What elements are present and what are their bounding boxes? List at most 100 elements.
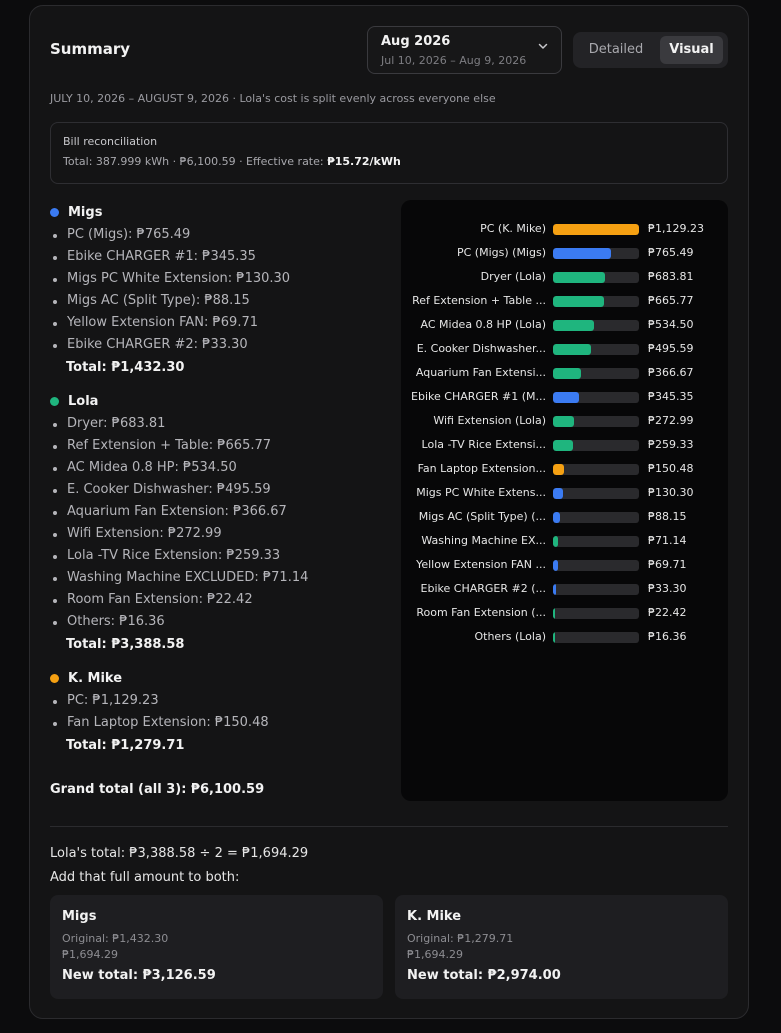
bar bbox=[553, 416, 574, 427]
bar bbox=[553, 536, 559, 547]
reconciliation-title: Bill reconciliation bbox=[63, 135, 158, 148]
split-box-original: Original: ₱1,279.71 bbox=[407, 932, 514, 945]
bar bbox=[553, 608, 555, 619]
grand-total: Grand total (all 3): ₱6,100.59 bbox=[50, 782, 265, 797]
bar-track bbox=[553, 416, 639, 427]
bar-label: E. Cooker Dishwasher... bbox=[416, 342, 546, 355]
person-name-label: Migs bbox=[68, 204, 103, 220]
bar-label: Migs PC White Extens... bbox=[416, 486, 546, 499]
list-item: Migs AC (Split Type): ₱88.15 bbox=[50, 290, 390, 312]
period-dropdown[interactable]: Aug 2026 Jul 10, 2026 – Aug 9, 2026 bbox=[367, 26, 562, 74]
bar-value-label: ₱366.67 bbox=[648, 366, 694, 379]
bar bbox=[553, 272, 606, 283]
bar bbox=[553, 392, 580, 403]
bar bbox=[553, 512, 560, 523]
view-toggle: Detailed Visual bbox=[573, 32, 728, 68]
person-name: Lola bbox=[50, 391, 390, 411]
bar-value-label: ₱16.36 bbox=[648, 630, 687, 643]
list-item: AC Midea 0.8 HP: ₱534.50 bbox=[50, 457, 390, 479]
bar bbox=[553, 488, 563, 499]
bar-track bbox=[553, 632, 639, 643]
bar-row: PC (K. Mike) ₱1,129.23 bbox=[401, 218, 728, 242]
person-name: Migs bbox=[50, 202, 390, 222]
bar-row: Others (Lola) ₱16.36 bbox=[401, 626, 728, 650]
split-box-name: Migs bbox=[62, 909, 97, 924]
bar-row: Ebike CHARGER #1 (M... ₱345.35 bbox=[401, 386, 728, 410]
bar-value-label: ₱495.59 bbox=[648, 342, 694, 355]
list-item: Dryer: ₱683.81 bbox=[50, 413, 390, 435]
bar bbox=[553, 296, 604, 307]
bar-track bbox=[553, 296, 639, 307]
split-box-migs: Migs Original: ₱1,432.30 ₱1,694.29 New t… bbox=[50, 895, 383, 999]
bar bbox=[553, 560, 559, 571]
bar bbox=[553, 248, 612, 259]
bar-track bbox=[553, 560, 639, 571]
color-dot-icon bbox=[50, 207, 59, 217]
bar-track bbox=[553, 368, 639, 379]
split-box-name: K. Mike bbox=[407, 909, 462, 924]
list-item: Ebike CHARGER #1: ₱345.35 bbox=[50, 246, 390, 268]
bar-label: Aquarium Fan Extensi... bbox=[415, 366, 546, 379]
lola-split-line: Lola's total: ₱3,388.58 ÷ 2 = ₱1,694.29 bbox=[50, 846, 309, 861]
bar-label: Others (Lola) bbox=[474, 630, 546, 643]
bar-row: Aquarium Fan Extensi... ₱366.67 bbox=[401, 362, 728, 386]
list-item: Others: ₱16.36 bbox=[50, 611, 390, 633]
bar-row: Ref Extension + Table ... ₱665.77 bbox=[401, 290, 728, 314]
bar-track bbox=[553, 344, 639, 355]
person-name-label: K. Mike bbox=[68, 670, 123, 686]
bar-row: Washing Machine EX... ₱71.14 bbox=[401, 530, 728, 554]
bar-label: Lola -TV Rice Extensi... bbox=[421, 438, 546, 451]
bar-label: AC Midea 0.8 HP (Lola) bbox=[420, 318, 546, 331]
list-item: PC (Migs): ₱765.49 bbox=[50, 224, 390, 246]
bar-label: Ebike CHARGER #2 (... bbox=[420, 582, 546, 595]
person-section-k-mike: K. Mike PC: ₱1,129.23 Fan Laptop Extension… bbox=[50, 668, 390, 758]
bar-row: Wifi Extension (Lola) ₱272.99 bbox=[401, 410, 728, 434]
bar bbox=[553, 632, 555, 643]
tab-detailed[interactable]: Detailed bbox=[578, 36, 654, 64]
bar-row: PC (Migs) (Migs) ₱765.49 bbox=[401, 242, 728, 266]
list-item: Lola -TV Rice Extension: ₱259.33 bbox=[50, 545, 390, 567]
bar-value-label: ₱69.71 bbox=[648, 558, 687, 571]
list-item: Wifi Extension: ₱272.99 bbox=[50, 523, 390, 545]
bar-value-label: ₱1,129.23 bbox=[648, 222, 704, 235]
bar-label: Wifi Extension (Lola) bbox=[433, 414, 546, 427]
bar-row: Room Fan Extension (... ₱22.42 bbox=[401, 602, 728, 626]
summary-card: Summary Aug 2026 Jul 10, 2026 – Aug 9, 2… bbox=[29, 5, 749, 1019]
list-item: PC: ₱1,129.23 bbox=[50, 690, 390, 712]
item-list: PC: ₱1,129.23 Fan Laptop Extension: ₱150.… bbox=[50, 690, 390, 734]
split-box-new-total: New total: ₱2,974.00 bbox=[407, 968, 561, 983]
reconciliation-totals: Total: 387.999 kWh · ₱6,100.59 · Effecti… bbox=[63, 155, 328, 168]
bar-value-label: ₱765.49 bbox=[648, 246, 694, 259]
cost-bar-chart: PC (K. Mike) ₱1,129.23 PC (Migs) (Migs) ₱76… bbox=[401, 200, 728, 801]
bar-label: Yellow Extension FAN ... bbox=[416, 558, 546, 571]
bar-label: Ref Extension + Table ... bbox=[412, 294, 546, 307]
bar-track bbox=[553, 320, 639, 331]
bar-track bbox=[553, 512, 639, 523]
person-name: K. Mike bbox=[50, 668, 390, 688]
bar-value-label: ₱130.30 bbox=[648, 486, 694, 499]
bar-row: Yellow Extension FAN ... ₱69.71 bbox=[401, 554, 728, 578]
effective-rate: ₱15.72/kWh bbox=[327, 155, 401, 168]
bar-value-label: ₱71.14 bbox=[648, 534, 687, 547]
bar bbox=[553, 584, 556, 595]
bar-row: Migs PC White Extens... ₱130.30 bbox=[401, 482, 728, 506]
bar-label: Migs AC (Split Type) (... bbox=[418, 510, 546, 523]
tab-visual[interactable]: Visual bbox=[660, 36, 723, 64]
bar-track bbox=[553, 536, 639, 547]
bar bbox=[553, 344, 591, 355]
page-title: Summary bbox=[50, 40, 131, 58]
person-section-migs: Migs PC (Migs): ₱765.49 Ebike CHARGER #1: … bbox=[50, 202, 390, 380]
bar bbox=[553, 320, 594, 331]
bar-row: Lola -TV Rice Extensi... ₱259.33 bbox=[401, 434, 728, 458]
list-item: Ref Extension + Table: ₱665.77 bbox=[50, 435, 390, 457]
bar bbox=[553, 368, 581, 379]
bar-track bbox=[553, 584, 639, 595]
person-total: Total: ₱1,279.71 bbox=[66, 738, 185, 753]
bill-reconciliation: Bill reconciliation Total: 387.999 kWh ·… bbox=[50, 122, 728, 184]
bar-row: AC Midea 0.8 HP (Lola) ₱534.50 bbox=[401, 314, 728, 338]
split-box-new-total: New total: ₱3,126.59 bbox=[62, 968, 216, 983]
bar-row: E. Cooker Dishwasher... ₱495.59 bbox=[401, 338, 728, 362]
list-item: Migs PC White Extension: ₱130.30 bbox=[50, 268, 390, 290]
chevron-down-icon bbox=[538, 43, 548, 49]
people-breakdown: Migs PC (Migs): ₱765.49 Ebike CHARGER #1: … bbox=[50, 202, 390, 769]
